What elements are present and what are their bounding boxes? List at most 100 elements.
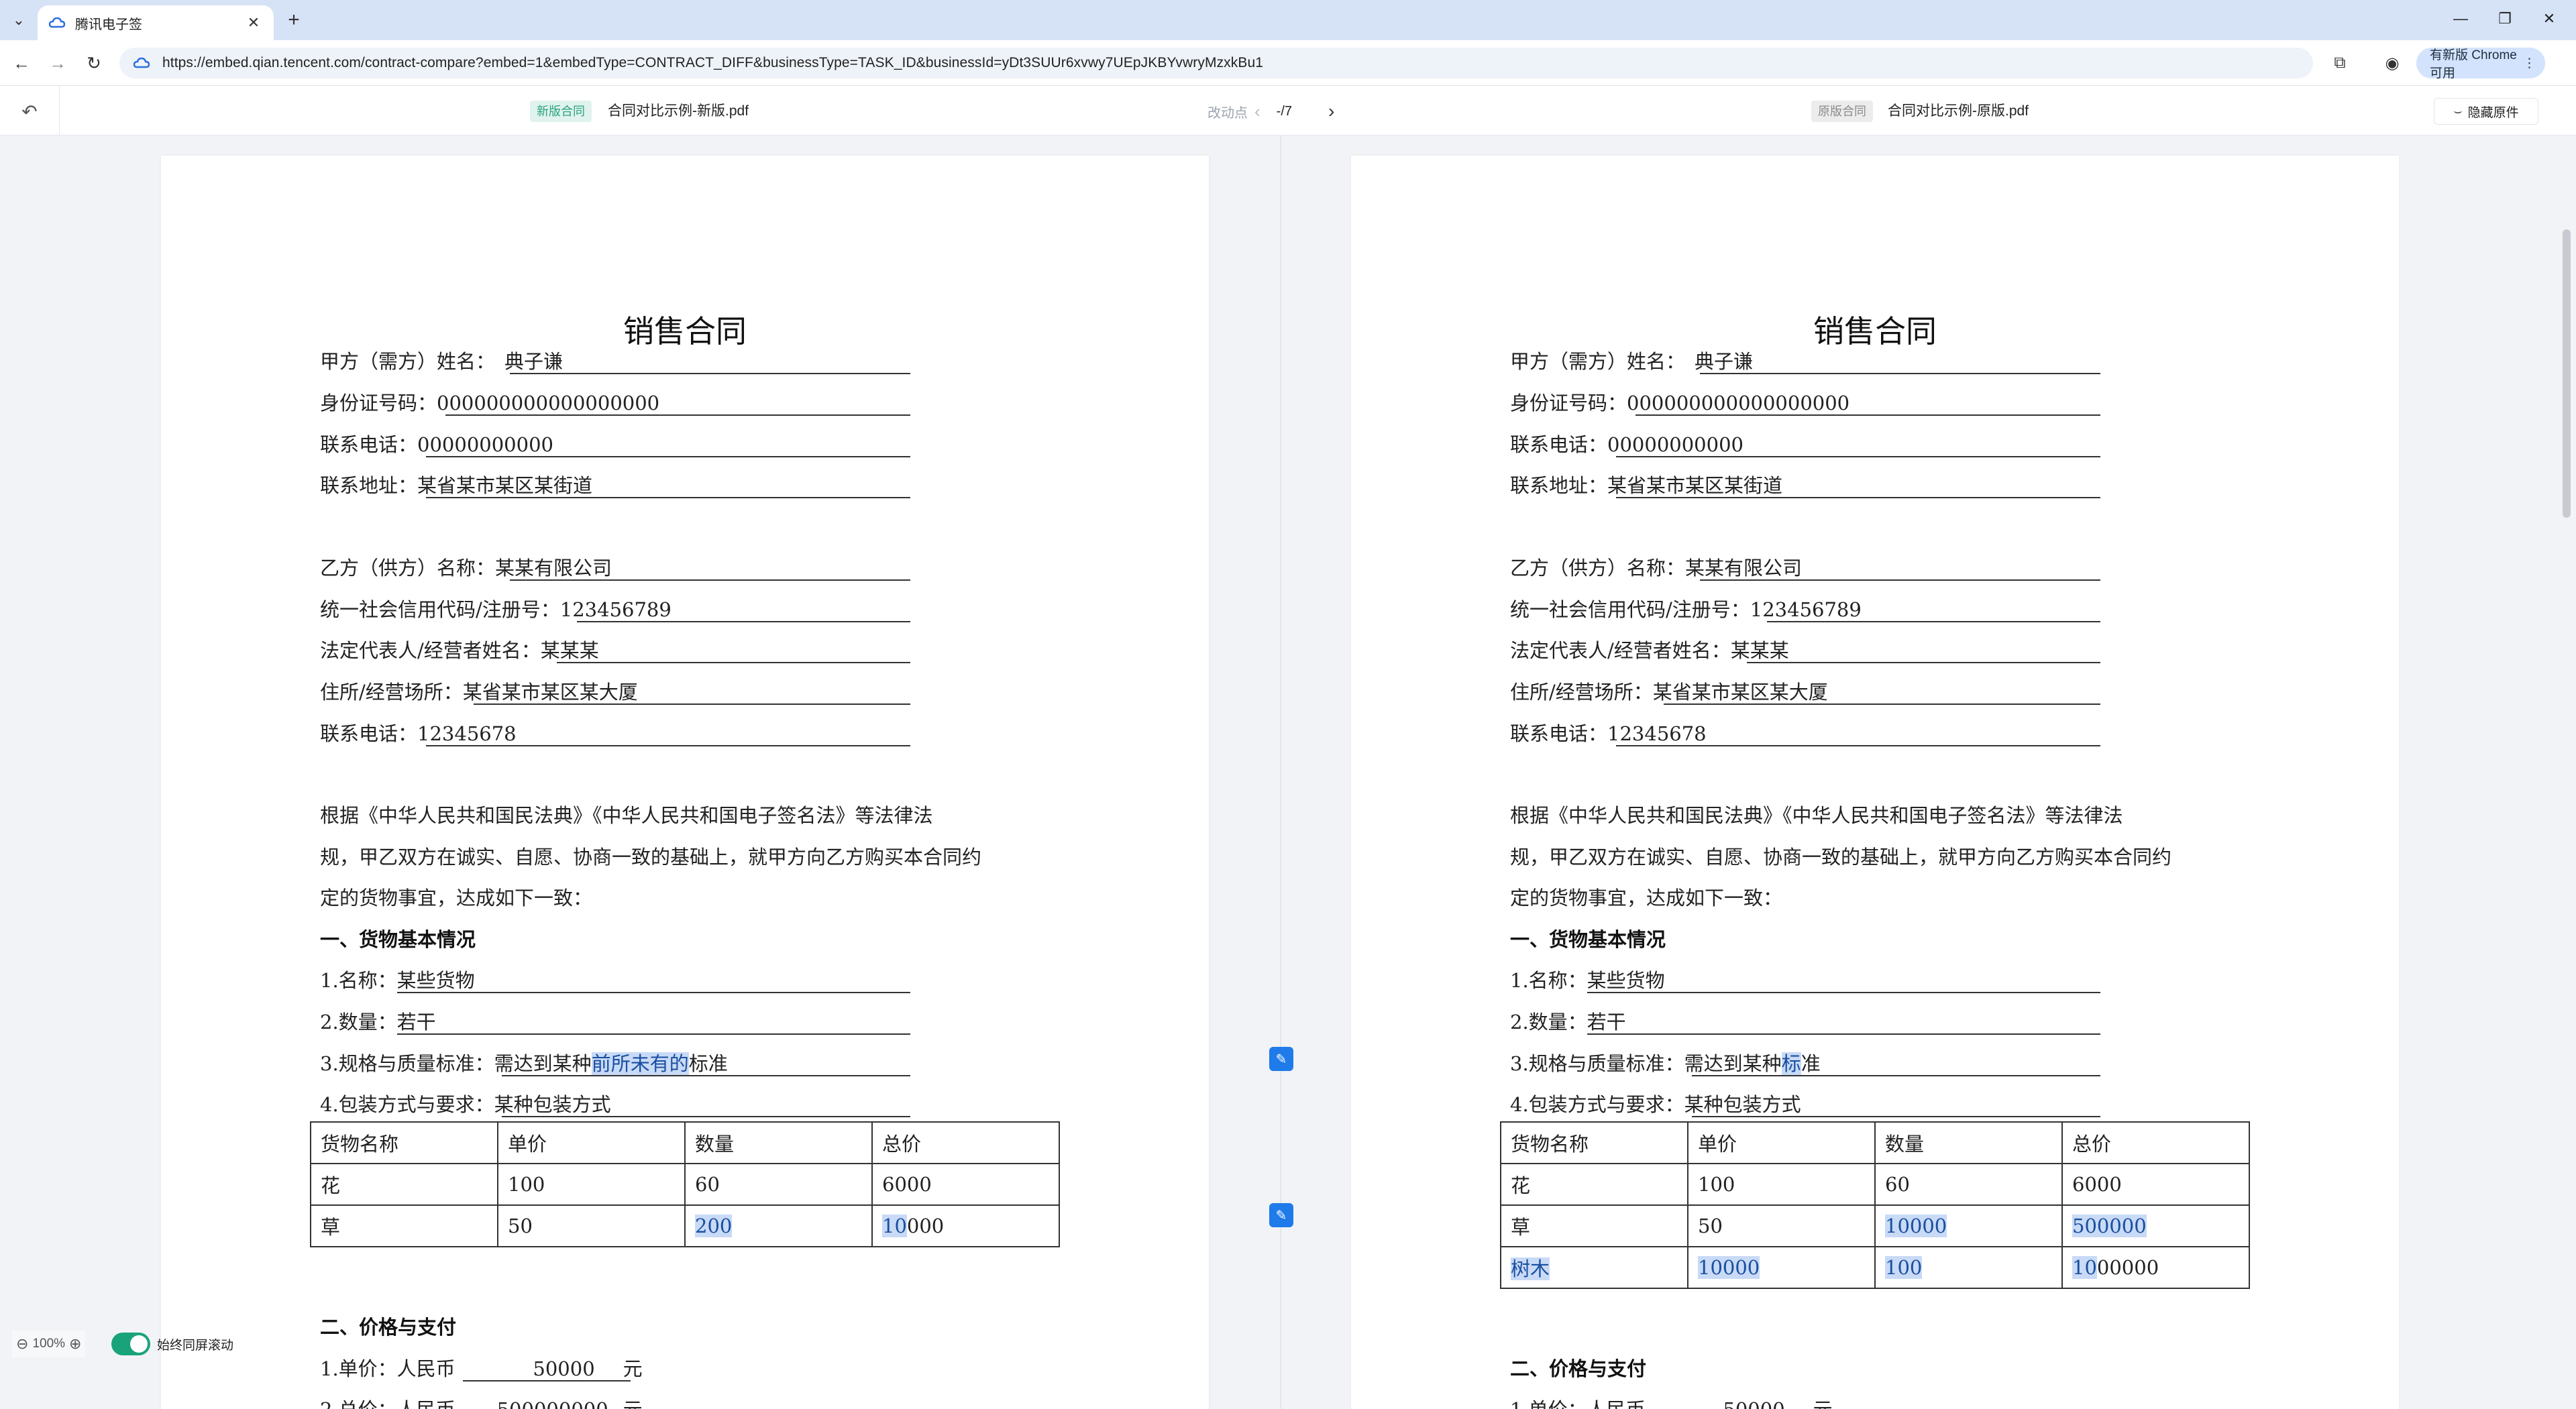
section-goods-title: 一、货物基本情况 [320, 928, 476, 951]
underline [1700, 579, 2100, 581]
unit-price: 1.单价：人民币50000元 [1510, 1394, 1833, 1409]
diff-highlight[interactable]: 前所未有的 [591, 1052, 689, 1075]
browser-tab[interactable]: 腾讯电子签 ✕ [38, 5, 274, 40]
field-label: 联系电话： [1510, 433, 1608, 456]
table-cell: 1000000 [2061, 1246, 2250, 1289]
sync-scroll-toggle[interactable] [111, 1333, 150, 1355]
browser-toolbar: ← → ↻ https://embed.qian.tencent.com/con… [0, 40, 2576, 86]
field-value: 典子谦 [1695, 350, 1754, 373]
original-contract-page: 销售合同 甲方（需方）姓名： 典子谦 身份证号码：0000000000000000… [1351, 156, 2399, 1409]
change-marker-edit-icon[interactable]: ✎ [1269, 1203, 1293, 1227]
vertical-scrollbar[interactable] [2563, 229, 2571, 518]
prev-change-icon[interactable]: ‹ [1254, 101, 1260, 122]
table-header-row: 货物名称 单价 数量 总价 [310, 1121, 1060, 1164]
party-b-legal-rep: 法定代表人/经营者姓名：某某某 [1510, 635, 1789, 662]
next-change-icon[interactable]: › [1328, 101, 1334, 122]
table-cell: 50 [497, 1204, 686, 1247]
extensions-icon[interactable]: ⧉ [2326, 50, 2353, 76]
new-tab-button[interactable]: + [282, 8, 306, 32]
field-label: 1.单价：人民币 [1510, 1398, 1646, 1409]
diff-highlight[interactable]: 树木 [1511, 1257, 1550, 1280]
profile-icon[interactable]: ◉ [2379, 50, 2406, 76]
table-cell: 10000 [1687, 1246, 1876, 1289]
new-contract-badge: 新版合同 [530, 101, 592, 122]
diff-highlight[interactable]: 10000 [1885, 1215, 1947, 1237]
forward-arrow-icon[interactable]: → [44, 50, 71, 76]
restore-icon[interactable]: ❐ [2485, 5, 2525, 32]
table-cell: 100 [1687, 1163, 1876, 1206]
table-cell: 50 [1687, 1204, 1876, 1247]
goods-table: 货物名称 单价 数量 总价 花 100 60 6000 草 50 10000 5… [1500, 1121, 2250, 1289]
field-value: 123456789 [1750, 598, 1862, 621]
diff-highlight[interactable]: 200 [695, 1215, 733, 1237]
table-cell: 10000 [871, 1204, 1060, 1247]
field-value: 12345678 [417, 722, 517, 745]
tab-title: 腾讯电子签 [75, 17, 142, 32]
compare-area: 销售合同 甲方（需方）姓名： 典子谦 身份证号码：0000000000000000… [0, 135, 2576, 1409]
back-arrow-icon[interactable]: ← [8, 50, 35, 76]
field-value: 若干 [1587, 1011, 1626, 1033]
field-label: 甲方（需方）姓名： [320, 350, 496, 373]
field-label: 联系电话： [1510, 722, 1608, 745]
table-header-cell: 单价 [497, 1121, 686, 1164]
minimize-icon[interactable]: — [2440, 5, 2481, 32]
close-window-icon[interactable]: ✕ [2529, 5, 2569, 32]
diff-highlight[interactable]: 100 [1885, 1256, 1923, 1279]
kebab-menu-icon: ⋮ [2523, 56, 2536, 70]
tab-close-icon[interactable]: ✕ [244, 14, 263, 32]
unit-label: 元 [623, 1398, 643, 1409]
tab-search-chevron-icon[interactable]: ⌄ [7, 8, 31, 32]
party-b-name: 乙方（供方）名称：某某有限公司 [1510, 553, 1802, 579]
underline [1587, 1033, 2100, 1035]
party-b-legal-rep: 法定代表人/经营者姓名：某某某 [320, 635, 599, 662]
field-value: 某些货物 [1587, 969, 1665, 992]
field-value: 需达到某种 [494, 1052, 592, 1075]
field-value: 某省某市某区某大厦 [462, 681, 638, 703]
table-cell: 500000 [2061, 1204, 2250, 1247]
hide-original-button[interactable]: ⌣ 隐藏原件 [2434, 98, 2538, 125]
diff-highlight[interactable]: 10000 [1698, 1256, 1760, 1279]
chrome-update-button[interactable]: 有新版 Chrome 可用 ⋮ [2416, 48, 2545, 80]
change-marker-edit-icon[interactable]: ✎ [1269, 1047, 1293, 1071]
field-value: 准 [1801, 1052, 1821, 1075]
field-label: 4.包装方式与要求： [320, 1093, 494, 1116]
diff-highlight[interactable]: 10 [2072, 1256, 2097, 1279]
hide-original-label: 隐藏原件 [2467, 105, 2519, 120]
field-label: 1.名称： [1510, 969, 1587, 992]
table-header-cell: 数量 [684, 1121, 873, 1164]
field-label: 甲方（需方）姓名： [1510, 350, 1686, 373]
party-b-credit-code: 统一社会信用代码/注册号：123456789 [1510, 594, 1862, 621]
undo-back-icon[interactable]: ↶ [16, 98, 43, 125]
party-b-phone: 联系电话：12345678 [1510, 718, 1707, 745]
diff-highlight[interactable]: 500000 [2072, 1215, 2147, 1237]
diff-highlight[interactable]: 标 [1781, 1052, 1801, 1075]
address-bar[interactable]: https://embed.qian.tencent.com/contract-… [119, 48, 2313, 78]
field-value: 50000 [1646, 1398, 1813, 1409]
field-value: 某省某市某区某大厦 [1652, 681, 1828, 703]
change-label: 改动点 [1208, 105, 1248, 121]
table-header-cell: 数量 [1874, 1121, 2063, 1164]
field-value: 某省某市某区某街道 [417, 474, 593, 497]
section-goods-title: 一、货物基本情况 [1510, 928, 1666, 951]
old-contract-badge: 原版合同 [1811, 101, 1873, 122]
url-text: https://embed.qian.tencent.com/contract-… [162, 55, 1264, 70]
intro-line-3: 定的货物事宜，达成如下一致： [1510, 887, 1783, 909]
party-b-address: 住所/经营场所：某省某市某区某大厦 [320, 677, 638, 703]
table-header-cell: 单价 [1687, 1121, 1876, 1164]
zoom-in-icon[interactable]: ⊕ [69, 1335, 81, 1353]
underline [426, 456, 910, 457]
party-b-address: 住所/经营场所：某省某市某区某大厦 [1510, 677, 1828, 703]
sync-scroll-label: 始终同屏滚动 [157, 1338, 234, 1353]
zoom-out-icon[interactable]: ⊖ [16, 1335, 28, 1353]
underline [1767, 621, 2100, 622]
field-value: 需达到某种 [1684, 1052, 1782, 1075]
site-info-icon[interactable] [133, 54, 150, 72]
cell-text: 00000 [2096, 1256, 2159, 1279]
diff-highlight[interactable]: 10 [882, 1215, 907, 1237]
field-value: 某种包装方式 [494, 1093, 611, 1116]
reload-icon[interactable]: ↻ [80, 50, 107, 76]
underline [510, 373, 910, 374]
underline [463, 1380, 631, 1382]
underline [397, 992, 910, 993]
header-divider [59, 86, 60, 135]
